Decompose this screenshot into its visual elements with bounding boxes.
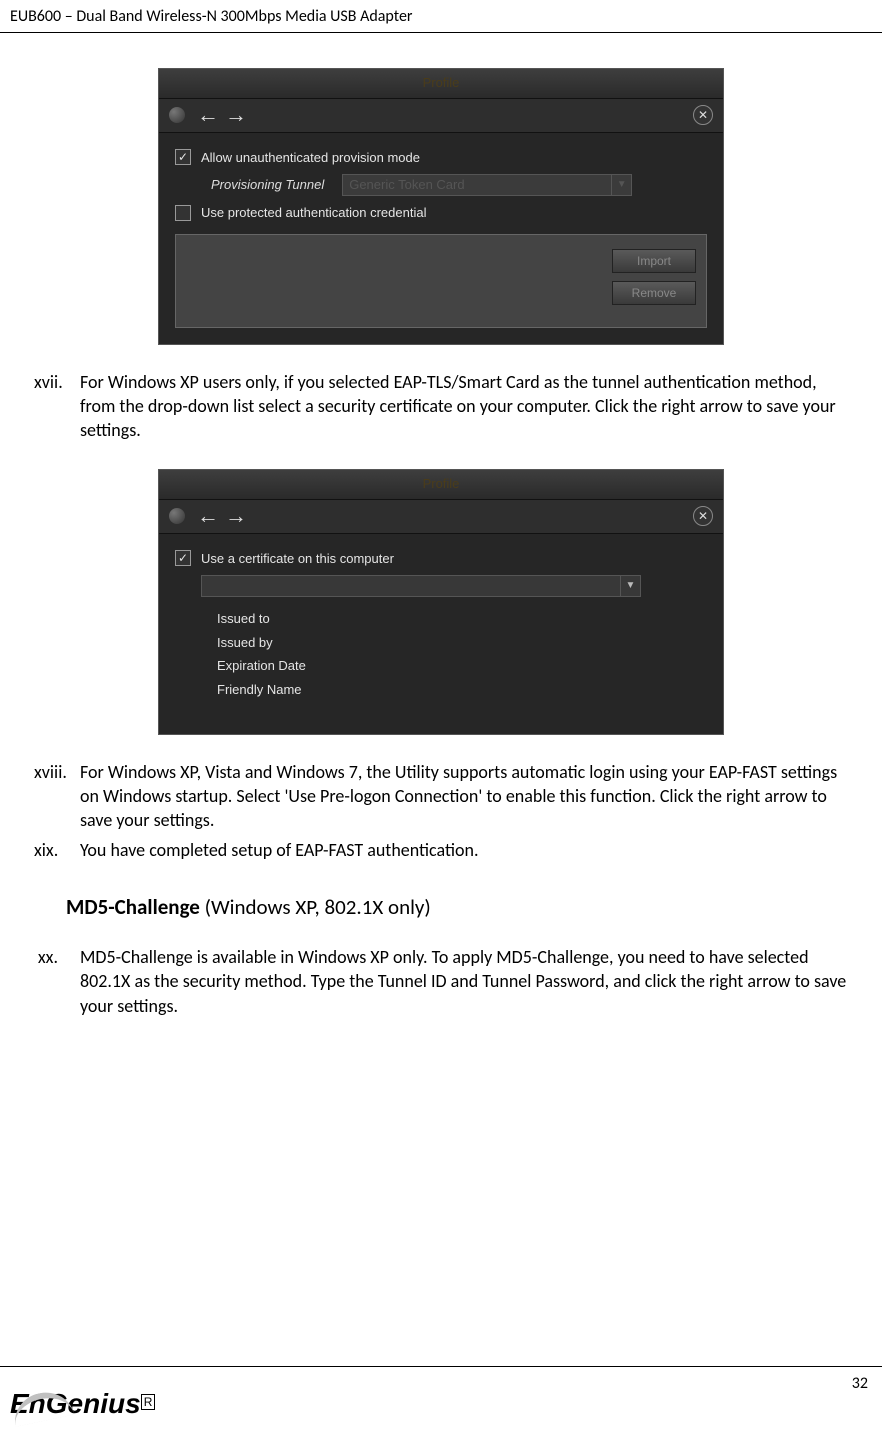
step-number: xx.: [34, 945, 80, 1018]
step-number: xvii.: [34, 370, 80, 443]
allow-unauth-label: Allow unauthenticated provision mode: [201, 149, 420, 167]
import-button[interactable]: Import: [612, 249, 696, 273]
page-footer: 32 EnGeniusR: [0, 1366, 882, 1456]
logo-reg: R: [141, 1394, 156, 1410]
step-xviii: xviii. For Windows XP, Vista and Windows…: [34, 760, 848, 833]
dialog-body: Allow unauthenticated provision mode Pro…: [159, 133, 723, 344]
remove-button[interactable]: Remove: [612, 281, 696, 305]
dialog-body: Use a certificate on this computer ▼ Iss…: [159, 534, 723, 734]
profile-dialog-certificate: Profile ← → ✕ Use a certificate on this …: [158, 469, 724, 735]
allow-unauth-checkbox[interactable]: [175, 149, 191, 165]
issued-by-label: Issued by: [217, 631, 707, 655]
record-icon[interactable]: [169, 107, 185, 123]
dialog-title: Profile: [159, 470, 723, 500]
profile-dialog-provision: Profile ← → ✕ Allow unauthenticated prov…: [158, 68, 724, 345]
chevron-down-icon: ▼: [620, 576, 640, 596]
step-number: xviii.: [34, 760, 80, 833]
heading-rest: (Windows XP, 802.1X only): [200, 894, 431, 920]
dialog-title: Profile: [159, 69, 723, 99]
use-cert-checkbox[interactable]: [175, 550, 191, 566]
step-text: MD5-Challenge is available in Windows XP…: [80, 945, 848, 1018]
close-icon[interactable]: ✕: [693, 506, 713, 526]
dialog-nav: ← → ✕: [159, 99, 723, 133]
cert-details: Issued to Issued by Expiration Date Frie…: [217, 607, 707, 701]
cert-select[interactable]: ▼: [201, 575, 641, 597]
dialog-nav: ← → ✕: [159, 500, 723, 534]
step-xix: xix. You have completed setup of EAP-FAS…: [34, 838, 848, 862]
step-xx: xx. MD5-Challenge is available in Window…: [34, 945, 848, 1018]
protected-cred-checkbox[interactable]: [175, 205, 191, 221]
protected-cred-label: Use protected authentication credential: [201, 204, 426, 222]
step-number: xix.: [34, 838, 80, 862]
step-xvii: xvii. For Windows XP users only, if you …: [34, 370, 848, 443]
page-header: EUB600 – Dual Band Wireless-N 300Mbps Me…: [0, 0, 882, 33]
prov-tunnel-value: Generic Token Card: [349, 176, 464, 194]
friendly-name-label: Friendly Name: [217, 678, 707, 702]
prov-tunnel-label: Provisioning Tunnel: [211, 176, 332, 194]
expiration-label: Expiration Date: [217, 654, 707, 678]
issued-to-label: Issued to: [217, 607, 707, 631]
use-cert-label: Use a certificate on this computer: [201, 550, 394, 568]
page-content: Profile ← → ✕ Allow unauthenticated prov…: [0, 33, 882, 1018]
cred-file-box: Import Remove: [175, 234, 707, 328]
md5-heading: MD5-Challenge (Windows XP, 802.1X only): [66, 893, 848, 921]
back-arrow-icon[interactable]: ←: [197, 104, 219, 126]
chevron-down-icon: ▼: [611, 175, 631, 195]
step-text: For Windows XP, Vista and Windows 7, the…: [80, 760, 848, 833]
forward-arrow-icon[interactable]: →: [225, 505, 247, 527]
close-icon[interactable]: ✕: [693, 105, 713, 125]
step-text: For Windows XP users only, if you select…: [80, 370, 848, 443]
record-icon[interactable]: [169, 508, 185, 524]
page-number: 32: [852, 1373, 868, 1395]
prov-tunnel-select[interactable]: Generic Token Card ▼: [342, 174, 632, 196]
back-arrow-icon[interactable]: ←: [197, 505, 219, 527]
forward-arrow-icon[interactable]: →: [225, 104, 247, 126]
heading-bold: MD5-Challenge: [66, 894, 200, 920]
engenius-logo: EnGeniusR: [10, 1385, 155, 1423]
step-text: You have completed setup of EAP-FAST aut…: [80, 838, 848, 862]
